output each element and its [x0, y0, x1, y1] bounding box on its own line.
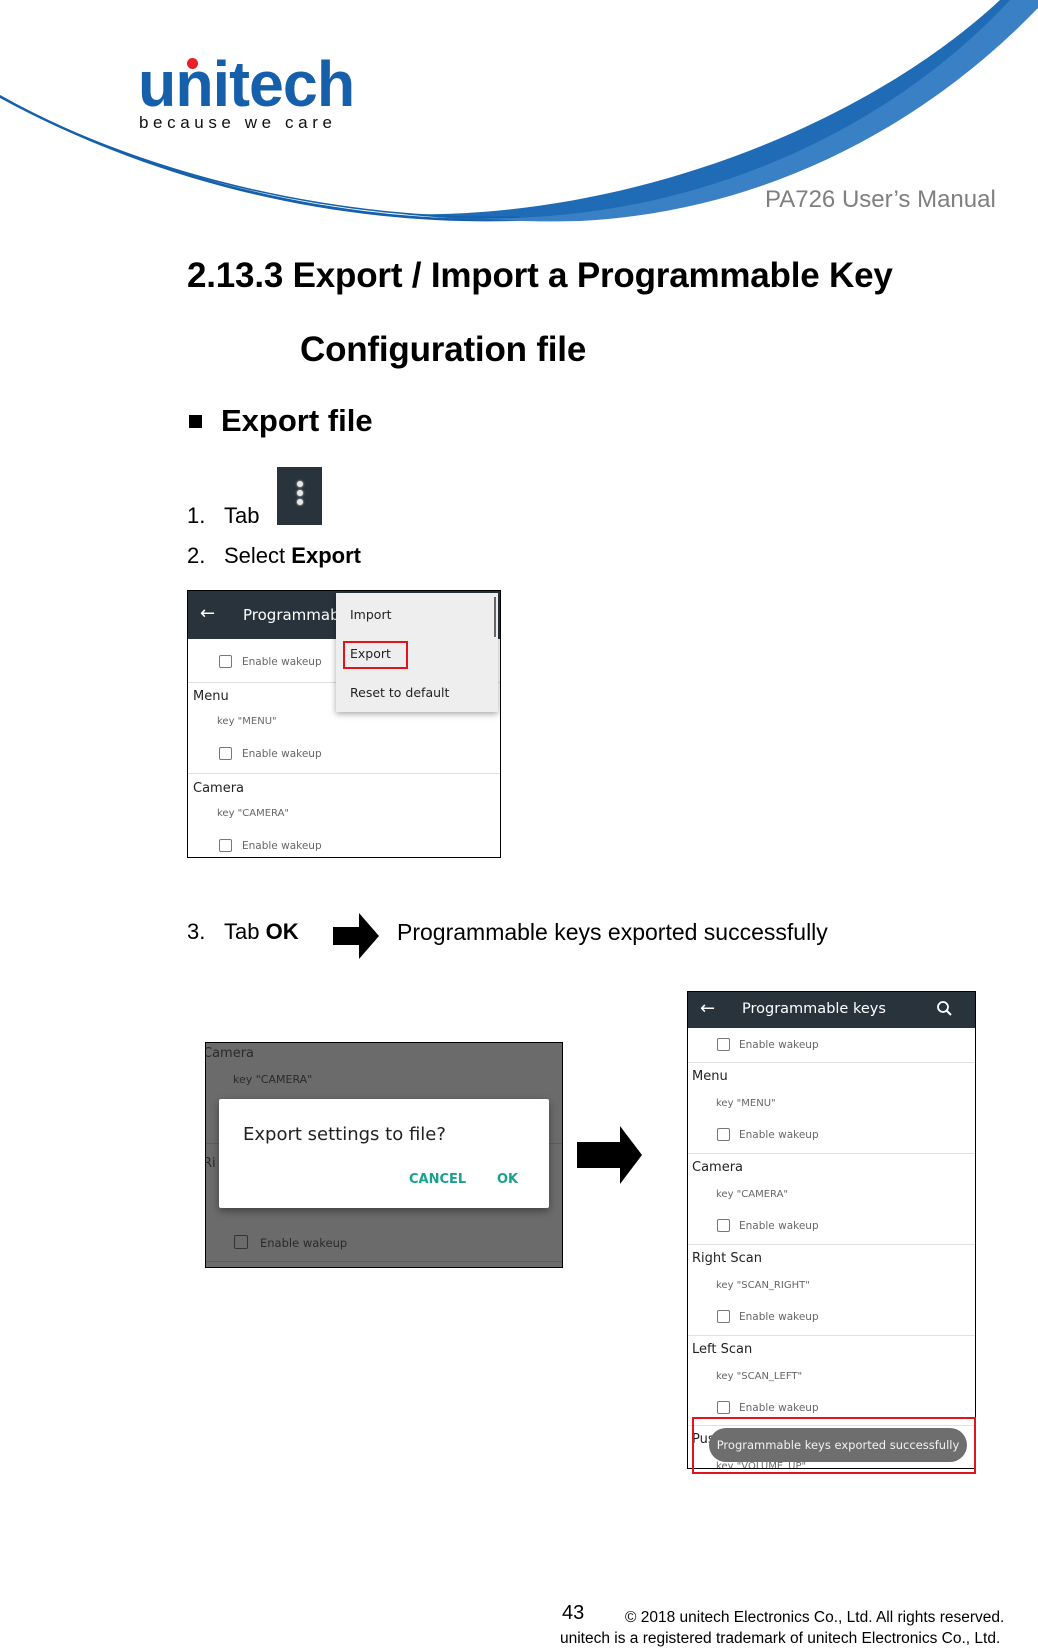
checkbox-label: Enable wakeup: [260, 1236, 348, 1250]
checkbox-label: Enable wakeup: [739, 1402, 819, 1414]
checkbox[interactable]: [717, 1219, 730, 1232]
checkbox[interactable]: [234, 1235, 248, 1249]
row-key: key "SCAN_LEFT": [716, 1371, 803, 1382]
divider: [688, 1062, 975, 1063]
step-result-text: Programmable keys exported successfully: [397, 919, 828, 945]
step-number: 1.: [187, 503, 206, 528]
checkbox-label: Enable wakeup: [739, 1311, 819, 1323]
checkbox-label: Enable wakeup: [739, 1220, 819, 1232]
copyright-text: © 2018 unitech Electronics Co., Ltd. All…: [625, 1609, 1005, 1626]
back-arrow-icon[interactable]: ←: [700, 998, 715, 1019]
screenshot-export-dialog: Camera key "CAMERA" Ri Enable wakeup Exp…: [205, 1042, 563, 1268]
ok-button[interactable]: OK: [497, 1172, 518, 1187]
row-title: Ri: [206, 1156, 216, 1171]
unitech-logo: unitech: [138, 48, 355, 120]
row-title: Camera: [692, 1160, 744, 1175]
scrollbar: [494, 597, 496, 637]
trademark-text: unitech is a registered trademark of uni…: [560, 1630, 1001, 1647]
step-1: 1. Tab: [187, 505, 259, 527]
back-arrow-icon[interactable]: ←: [200, 603, 215, 624]
checkbox-label: Enable wakeup: [242, 840, 322, 852]
step-text: Tab: [224, 919, 260, 944]
right-arrow-icon: [577, 1126, 642, 1184]
checkbox[interactable]: [717, 1310, 730, 1323]
row-key: key "CAMERA": [233, 1073, 313, 1086]
row-key: key "SCAN_RIGHT": [716, 1280, 810, 1291]
checkbox[interactable]: [717, 1128, 730, 1141]
square-bullet-icon: [189, 415, 202, 428]
search-icon[interactable]: [934, 998, 956, 1020]
menu-item-import[interactable]: Import: [350, 607, 392, 622]
step-bold-text: OK: [265, 919, 299, 944]
logo-dot: [187, 58, 198, 69]
checkbox[interactable]: [717, 1038, 730, 1051]
page-number: 43: [562, 1602, 585, 1624]
logo-tagline: because we care: [139, 113, 337, 132]
app-bar: ← Programmable keys: [688, 992, 975, 1028]
section-title-line2: Configuration file: [300, 330, 587, 369]
export-highlight-box: [343, 641, 408, 669]
manual-title: PA726 User’s Manual: [765, 186, 996, 213]
row-key: key "MENU": [716, 1098, 776, 1109]
checkbox-label: Enable wakeup: [739, 1129, 819, 1141]
screenshot-export-success: ← Programmable keys Enable wakeup Menu k…: [687, 991, 976, 1469]
divider: [206, 1261, 562, 1262]
divider: [688, 1335, 975, 1336]
step-bold-text: Export: [291, 543, 361, 568]
checkbox[interactable]: [219, 747, 232, 760]
right-arrow-icon: [333, 913, 379, 959]
cancel-button[interactable]: CANCEL: [409, 1172, 466, 1187]
row-key: key "CAMERA": [217, 808, 290, 819]
row-title: Camera: [205, 1046, 255, 1061]
row-title: Right Scan: [692, 1251, 762, 1266]
menu-item-reset-to-default[interactable]: Reset to default: [350, 685, 449, 700]
section-title-line1: 2.13.3 Export / Import a Programmable Ke…: [187, 256, 893, 295]
checkbox[interactable]: [219, 655, 232, 668]
checkbox[interactable]: [717, 1401, 730, 1414]
step-text: Select: [224, 543, 286, 568]
subsection-title: Export file: [221, 403, 373, 438]
row-title: Menu: [193, 689, 229, 704]
divider: [688, 1244, 975, 1245]
overflow-menu-icon: [277, 467, 322, 525]
row-title: Camera: [193, 781, 245, 796]
row-key: key "CAMERA": [716, 1189, 789, 1200]
step-number: 3.: [187, 919, 206, 944]
step-text: Tab: [224, 503, 260, 528]
divider: [688, 1153, 975, 1154]
row-title: Left Scan: [692, 1342, 753, 1357]
checkbox-label: Enable wakeup: [242, 656, 322, 668]
overflow-menu: Import Export Reset to default: [336, 593, 498, 712]
checkbox-label: Enable wakeup: [739, 1039, 819, 1051]
divider: [188, 773, 500, 774]
screenshot-overflow-menu: ← Programmab Enable wakeup Menu key "MEN…: [187, 590, 501, 858]
app-bar-title: Programmab: [243, 606, 340, 624]
checkbox-label: Enable wakeup: [242, 748, 322, 760]
step-3: 3. Tab OK: [187, 921, 299, 943]
export-dialog: Export settings to file? CANCEL OK: [219, 1099, 549, 1208]
step-number: 2.: [187, 543, 206, 568]
row-title: Menu: [692, 1069, 728, 1084]
step-2: 2. Select Export: [187, 545, 361, 567]
row-key: key "MENU": [217, 716, 277, 727]
dialog-title: Export settings to file?: [243, 1124, 446, 1145]
checkbox[interactable]: [219, 839, 232, 852]
app-bar-title: Programmable keys: [742, 1001, 886, 1017]
toast-highlight-box: [692, 1417, 976, 1474]
